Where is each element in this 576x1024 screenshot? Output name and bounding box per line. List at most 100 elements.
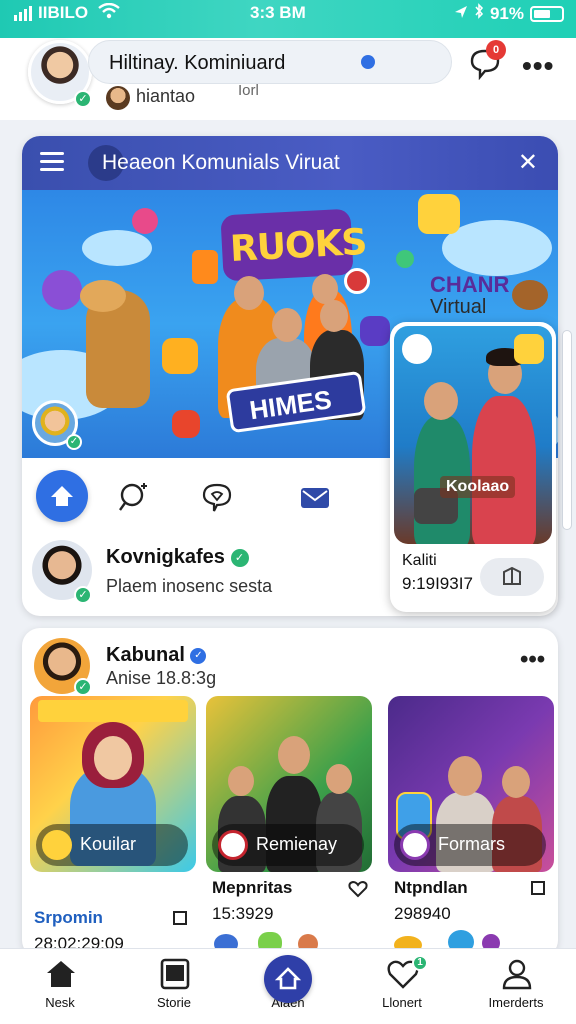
nav-label: Llonert xyxy=(382,995,422,1010)
smile-sticker-icon xyxy=(418,194,460,234)
nav-item-members[interactable]: Imerderts xyxy=(466,949,566,1024)
profile-name-pill[interactable]: Hiltinay. Kominiuard xyxy=(88,40,452,84)
feature-card-header: Heaeon Komunials Viruat ✕ xyxy=(22,136,558,190)
tile-title[interactable]: Srpomin xyxy=(34,908,103,928)
close-icon[interactable]: ✕ xyxy=(518,148,538,177)
app-badge-icon xyxy=(402,334,432,364)
tile-count: 298940 xyxy=(394,904,451,923)
tile-banner-strip xyxy=(38,700,188,722)
battery-percent: 91% xyxy=(489,3,524,23)
side-preview-card[interactable]: Koolaao Kaliti 9:19I93I7 xyxy=(390,322,556,612)
tile-title[interactable]: Mepnritas xyxy=(212,878,292,898)
author-name-text: Kabunal xyxy=(106,644,185,666)
side-preview-action-button[interactable] xyxy=(480,558,544,596)
poster-name[interactable]: Kovnigkafes ✓ xyxy=(106,546,249,569)
like-action-icon[interactable] xyxy=(200,480,234,514)
nav-label: Nesk xyxy=(45,995,75,1010)
home-icon xyxy=(44,957,78,991)
profile-icon xyxy=(500,957,534,991)
poster-subtitle: Plaem inosenc sesta xyxy=(106,576,273,596)
heart-bubble-icon xyxy=(132,208,158,234)
nav-label: Imerderts xyxy=(488,995,544,1010)
tile-caption-pill: Kouilar xyxy=(36,824,188,866)
sticker-badge-icon xyxy=(514,334,544,364)
tile-title[interactable]: Ntpndlan xyxy=(394,878,468,898)
tile-caption-icon xyxy=(218,830,248,860)
media-tile[interactable]: Remienay xyxy=(206,696,372,872)
profile-name: Hiltinay. Kominiuard xyxy=(109,52,286,74)
status-bar: IIBILO 3:3 BM 91% xyxy=(0,2,576,26)
media-tile[interactable]: Formars xyxy=(388,696,554,872)
bookmark-icon[interactable] xyxy=(530,880,546,901)
banner-ribbon-text: HIMES xyxy=(247,384,334,426)
heart-icon[interactable] xyxy=(348,880,368,903)
wifi-icon xyxy=(98,2,120,24)
signal-icon xyxy=(14,5,36,26)
create-button[interactable] xyxy=(264,955,312,1003)
chat-sticker-icon xyxy=(162,338,198,374)
banner-side-subtitle: Virtual xyxy=(430,296,487,318)
nav-item-stories[interactable]: Storie xyxy=(124,949,224,1024)
hamburger-menu-icon[interactable] xyxy=(40,152,64,172)
mini-avatar xyxy=(106,86,130,110)
person-figure xyxy=(472,396,536,544)
cloud-shape xyxy=(82,230,152,266)
mail-action-icon[interactable] xyxy=(298,480,332,514)
tile-caption: Kouilar xyxy=(80,834,137,854)
side-preview-caption: Koolaao xyxy=(440,476,516,498)
bluetooth-icon xyxy=(474,3,484,24)
nav-item-news[interactable]: Nesk xyxy=(10,949,110,1024)
side-preview-name: Kaliti xyxy=(402,552,437,569)
nav-label: Storie xyxy=(157,995,191,1010)
status-right-group: 91% xyxy=(454,3,564,24)
bookmark-icon[interactable] xyxy=(172,910,188,931)
nav-badge: 1 xyxy=(412,955,428,971)
mascot-head-icon xyxy=(512,280,548,310)
poster-name-text: Kovnigkafes xyxy=(106,546,225,568)
banner-side-heading: CHANR xyxy=(430,272,510,297)
nav-item-notifications[interactable]: Llonert 1 xyxy=(352,949,452,1024)
person-head xyxy=(234,276,264,310)
notification-badge: 0 xyxy=(486,40,506,60)
more-options-icon[interactable]: ••• xyxy=(520,646,545,674)
verified-badge-icon xyxy=(361,55,375,69)
banner-title-badge: RUOKS xyxy=(220,208,367,282)
flame-icon xyxy=(192,250,218,284)
media-tile[interactable]: Kouilar xyxy=(30,696,196,872)
verified-check-icon: ✓ xyxy=(190,647,207,664)
tag-sticker-icon xyxy=(396,250,414,268)
author-subtitle: Anise 18.8:3g xyxy=(106,668,217,688)
person-head xyxy=(502,766,530,798)
verified-check-icon: ✓ xyxy=(230,548,249,567)
search-action-icon[interactable] xyxy=(118,480,152,514)
person-head xyxy=(94,736,132,780)
profile-handle: hiantao xyxy=(136,86,196,106)
banner-title: RUOKS xyxy=(229,221,368,270)
carrier-label: IIBILO xyxy=(38,3,89,22)
status-time: 3:3 BM xyxy=(250,3,306,22)
vertical-scrollbar[interactable] xyxy=(562,330,572,530)
more-options-icon[interactable]: ••• xyxy=(522,50,554,82)
feed-card: ✓ Kabunal ✓ Anise 18.8:3g ••• Kouilar Re… xyxy=(22,628,558,958)
feature-card-title: Heaeon Komunials Viruat xyxy=(102,151,340,174)
verified-icon: ✓ xyxy=(74,678,92,696)
camera-sticker-icon xyxy=(360,316,390,346)
share-bubble-icon xyxy=(42,270,82,310)
verified-icon: ✓ xyxy=(66,434,82,450)
person-head xyxy=(272,308,302,342)
profile-sub-label: Iorl xyxy=(238,82,259,99)
tile-caption-pill: Formars xyxy=(394,824,546,866)
tile-caption: Remienay xyxy=(256,834,338,854)
stories-icon xyxy=(158,957,192,991)
side-preview-image: Koolaao xyxy=(394,326,552,544)
banner-side-title: CHANR Virtual xyxy=(430,272,510,319)
person-head xyxy=(278,736,310,774)
person-head xyxy=(228,766,254,796)
person-head xyxy=(448,756,482,796)
tile-caption: Formars xyxy=(438,834,505,854)
home-action-button[interactable] xyxy=(36,470,88,522)
side-preview-number: 9:19I93I7 xyxy=(402,574,473,593)
author-name[interactable]: Kabunal ✓ xyxy=(106,644,207,667)
verified-icon: ✓ xyxy=(74,90,92,108)
person-head xyxy=(326,764,352,794)
